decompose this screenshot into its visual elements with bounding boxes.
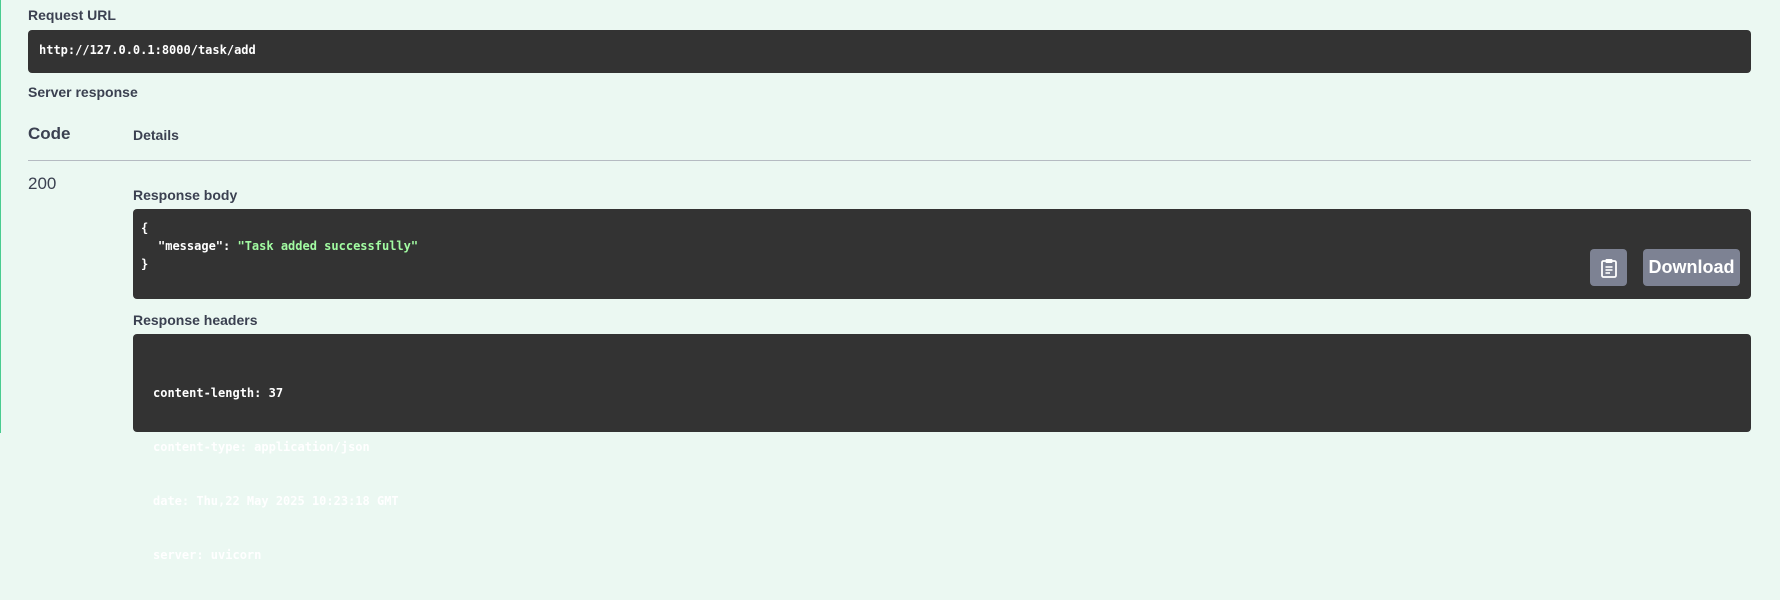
json-open-brace: { (141, 221, 149, 235)
json-key: "message" (158, 239, 224, 253)
request-url-text: http://127.0.0.1:8000/task/add (39, 43, 256, 57)
header-line: server: uvicorn (153, 548, 262, 562)
request-url-label: Request URL (28, 7, 116, 23)
status-code: 200 (28, 174, 57, 193)
download-button[interactable]: Download (1643, 249, 1740, 286)
response-headers[interactable]: content-length: 37 content-type: applica… (133, 334, 1751, 562)
json-value: "Task added successfully" (237, 239, 419, 253)
header-divider (28, 160, 1751, 161)
request-url-value[interactable]: http://127.0.0.1:8000/task/add (28, 30, 1751, 73)
header-line: content-type: application/json (153, 440, 370, 454)
response-body[interactable]: { "message": "Task added successfully" } (133, 209, 1751, 299)
json-colon: : (223, 239, 238, 253)
response-body-label: Response body (133, 187, 238, 203)
server-response-label: Server response (28, 84, 138, 100)
clipboard-icon (1600, 258, 1617, 278)
response-panel: Request URL http://127.0.0.1:8000/task/a… (0, 0, 1780, 562)
json-line: "message": "Task added successfully" (141, 237, 1743, 255)
header-line: content-length: 37 (153, 386, 284, 400)
copy-to-clipboard-button[interactable] (1590, 249, 1627, 286)
json-close-brace: } (141, 257, 149, 271)
response-headers-label: Response headers (133, 312, 258, 328)
header-line: date: Thu,22 May 2025 10:23:18 GMT (153, 494, 399, 508)
details-column-header: Details (133, 127, 179, 143)
code-column-header: Code (28, 124, 71, 143)
